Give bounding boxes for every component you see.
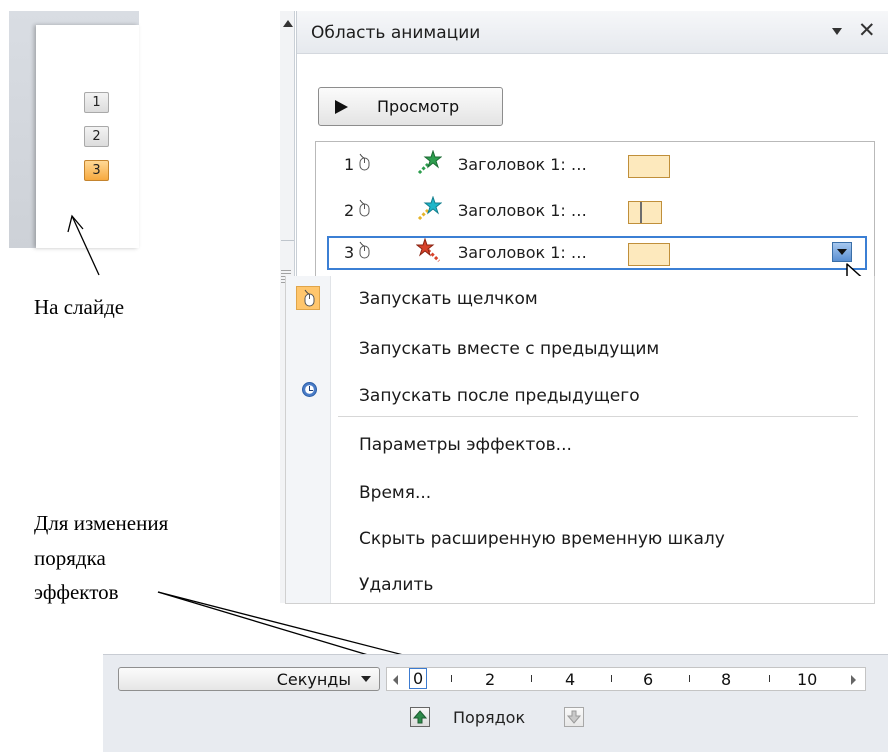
animation-list: 1 Заголовок 1: … 2 Заголовок 1: … 3 Заго… — [315, 141, 875, 278]
pane-header: Область анимации ✕ — [297, 11, 888, 54]
timing-bar[interactable] — [628, 155, 670, 178]
animation-item-1[interactable]: 1 Заголовок 1: … — [316, 148, 874, 182]
tick-minor — [689, 675, 690, 682]
tick-minor — [769, 675, 770, 682]
ruler-right-arrow-icon[interactable] — [851, 675, 856, 685]
tick-label: 0 — [409, 668, 428, 689]
animation-label: Заголовок 1: … — [458, 243, 587, 262]
menu-icon-gutter — [286, 276, 331, 603]
seconds-dropdown[interactable]: Секунды — [118, 667, 380, 691]
menu-effect-options[interactable]: Параметры эффектов... — [359, 435, 572, 455]
menu-timing[interactable]: Время... — [359, 483, 431, 503]
entrance-star-icon — [417, 150, 442, 175]
context-menu: Запускать щелчком Запускать вместе с пре… — [285, 276, 875, 604]
tick-minor — [531, 675, 532, 682]
mouse-click-icon — [296, 286, 320, 310]
animation-item-3[interactable]: 3 Заголовок 1: … — [327, 236, 867, 270]
mouse-icon — [359, 199, 370, 217]
arrow-to-thumb-line — [71, 215, 100, 276]
divider — [281, 240, 294, 241]
tick-label: 10 — [797, 670, 818, 689]
pane-menu-chevron-down-icon[interactable] — [832, 28, 842, 35]
order-label: Порядок — [453, 708, 526, 727]
mouse-icon — [359, 153, 370, 171]
animation-item-2[interactable]: 2 Заголовок 1: … — [316, 194, 874, 228]
animation-number: 3 — [344, 243, 355, 262]
tick-minor — [451, 675, 452, 682]
animation-label: Заголовок 1: … — [458, 201, 587, 220]
mouse-icon — [359, 241, 370, 259]
tick-label: 6 — [643, 670, 654, 689]
timing-bar[interactable] — [628, 201, 662, 224]
scroll-up-arrow-icon[interactable] — [283, 20, 293, 27]
move-later-button[interactable] — [564, 707, 584, 727]
emphasis-star-icon — [416, 238, 441, 263]
clock-icon — [302, 382, 317, 397]
annotation-reorder-line-1: Для изменения — [34, 511, 169, 535]
animation-label: Заголовок 1: … — [458, 155, 587, 174]
item-dropdown-button[interactable] — [832, 242, 852, 262]
close-icon[interactable]: ✕ — [858, 20, 876, 41]
timeline-toolbar: Секунды 0 2 4 6 8 10 Порядок — [103, 654, 888, 752]
menu-hide-timeline[interactable]: Скрыть расширенную временную шкалу — [359, 529, 725, 549]
annotation-on-slide: На слайде — [34, 295, 125, 319]
animation-number: 1 — [344, 155, 355, 174]
tick-label: 2 — [485, 670, 496, 689]
chevron-down-icon — [837, 249, 847, 255]
chevron-down-icon — [361, 676, 371, 682]
annotation-reorder-line-2: порядка — [34, 546, 106, 570]
play-icon — [335, 100, 348, 114]
seconds-label: Секунды — [276, 670, 351, 689]
menu-start-on-click[interactable]: Запускать щелчком — [359, 289, 538, 309]
tick-minor — [611, 675, 612, 682]
tick-label: 4 — [565, 670, 576, 689]
annotation-reorder-line-3: эффектов — [34, 580, 119, 604]
ruler-left-arrow-icon[interactable] — [393, 675, 398, 685]
arrow-down-icon — [566, 710, 582, 724]
preview-button-label: Просмотр — [377, 97, 460, 116]
timing-bar[interactable] — [628, 243, 670, 266]
menu-separator — [338, 416, 858, 417]
timeline-ruler[interactable]: 0 2 4 6 8 10 — [386, 667, 866, 691]
menu-remove[interactable]: Удалить — [359, 575, 433, 595]
animation-number: 2 — [344, 201, 355, 220]
move-earlier-button[interactable] — [410, 707, 430, 727]
arrow-up-icon — [412, 710, 428, 724]
menu-start-after-previous[interactable]: Запускать после предыдущего — [359, 386, 640, 406]
pane-title: Область анимации — [311, 23, 481, 43]
tick-label: 8 — [721, 670, 732, 689]
entrance-star-icon — [417, 196, 442, 221]
menu-start-with-previous[interactable]: Запускать вместе с предыдущим — [359, 339, 659, 359]
preview-button[interactable]: Просмотр — [318, 87, 503, 126]
